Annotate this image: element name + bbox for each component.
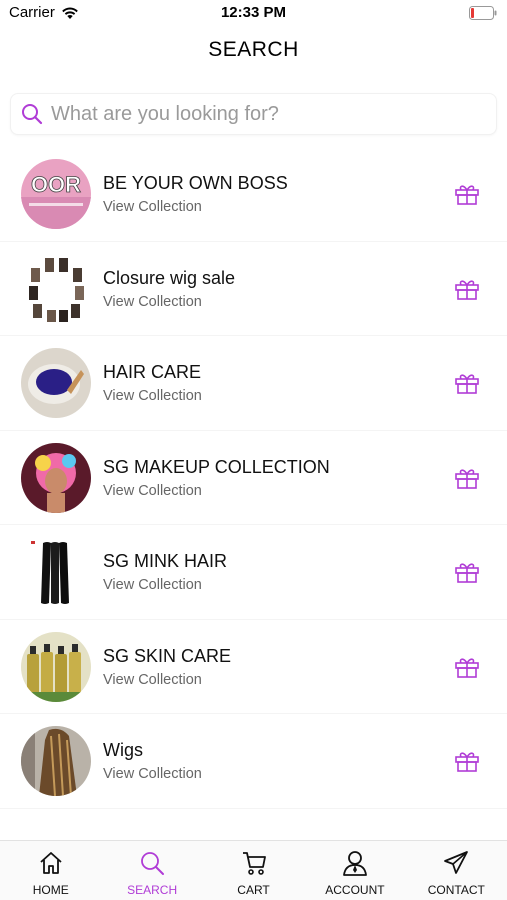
gift-icon[interactable]: [454, 655, 480, 679]
search-bar[interactable]: [10, 93, 497, 135]
battery-icon: [469, 6, 497, 20]
view-collection-link[interactable]: View Collection: [103, 483, 202, 499]
collection-title[interactable]: SG MAKEUP COLLECTION: [103, 457, 330, 478]
collection-item-sg-mink-hair[interactable]: SG MINK HAIR View Collection: [0, 525, 507, 620]
gift-icon[interactable]: [454, 749, 480, 773]
tab-label: SEARCH: [127, 883, 178, 897]
search-input[interactable]: [51, 96, 471, 132]
gift-icon[interactable]: [454, 277, 480, 301]
collection-thumbnail: [21, 348, 91, 418]
tab-account[interactable]: ACCOUNT: [304, 841, 405, 900]
tab-label: HOME: [32, 883, 69, 897]
gift-icon[interactable]: [454, 466, 480, 490]
thumb-text: OOR: [31, 172, 81, 197]
tab-label: CONTACT: [427, 883, 485, 897]
page-title: SEARCH: [208, 38, 299, 61]
collection-title[interactable]: BE YOUR OWN BOSS: [103, 173, 288, 194]
collection-title[interactable]: SG MINK HAIR: [103, 551, 227, 572]
view-collection-link[interactable]: View Collection: [103, 577, 202, 593]
tab-label: ACCOUNT: [325, 883, 385, 897]
collection-thumbnail: [21, 726, 91, 796]
collection-item-be-your-own-boss[interactable]: OOR BE YOUR OWN BOSS View Collection: [0, 147, 507, 242]
tab-label: CART: [237, 883, 270, 897]
gift-icon[interactable]: [454, 560, 480, 584]
view-collection-link[interactable]: View Collection: [103, 388, 202, 404]
collection-title[interactable]: Closure wig sale: [103, 268, 235, 289]
collection-item-wigs[interactable]: Wigs View Collection: [0, 714, 507, 809]
collection-thumbnail: [21, 442, 91, 513]
view-collection-link[interactable]: View Collection: [103, 766, 202, 782]
tab-contact[interactable]: CONTACT: [406, 841, 507, 900]
search-icon: [22, 104, 43, 125]
search-icon: [141, 852, 165, 875]
collection-thumbnail: [21, 253, 91, 324]
send-icon: [444, 851, 469, 874]
cart-icon: [242, 852, 266, 875]
tab-cart[interactable]: CART: [203, 841, 304, 900]
collection-title[interactable]: SG SKIN CARE: [103, 646, 231, 667]
tab-search[interactable]: SEARCH: [101, 841, 202, 900]
collection-thumbnail: [21, 537, 91, 607]
collection-thumbnail: [21, 631, 91, 702]
status-time: 12:33 PM: [220, 4, 287, 21]
status-bar: Carrier 12:33 PM: [0, 0, 507, 30]
home-icon: [40, 852, 62, 874]
collection-title[interactable]: Wigs: [103, 740, 143, 761]
collection-item-closure-wig-sale[interactable]: Closure wig sale View Collection: [0, 242, 507, 336]
tab-home[interactable]: HOME: [0, 841, 101, 900]
collection-list: OOR BE YOUR OWN BOSS View Collection Clo…: [0, 147, 507, 809]
account-icon: [343, 851, 367, 876]
bottom-tab-bar: HOME SEARCH CART ACCOUNT CONTACT: [0, 840, 507, 900]
gift-icon[interactable]: [454, 182, 480, 206]
collection-title[interactable]: HAIR CARE: [103, 362, 201, 383]
collection-thumbnail: OOR: [21, 159, 91, 229]
gift-icon[interactable]: [454, 371, 480, 395]
view-collection-link[interactable]: View Collection: [103, 199, 202, 215]
view-collection-link[interactable]: View Collection: [103, 294, 202, 310]
collection-item-hair-care[interactable]: HAIR CARE View Collection: [0, 336, 507, 431]
collection-item-sg-skin-care[interactable]: SG SKIN CARE View Collection: [0, 620, 507, 714]
collection-item-sg-makeup-collection[interactable]: SG MAKEUP COLLECTION View Collection: [0, 431, 507, 525]
view-collection-link[interactable]: View Collection: [103, 672, 202, 688]
